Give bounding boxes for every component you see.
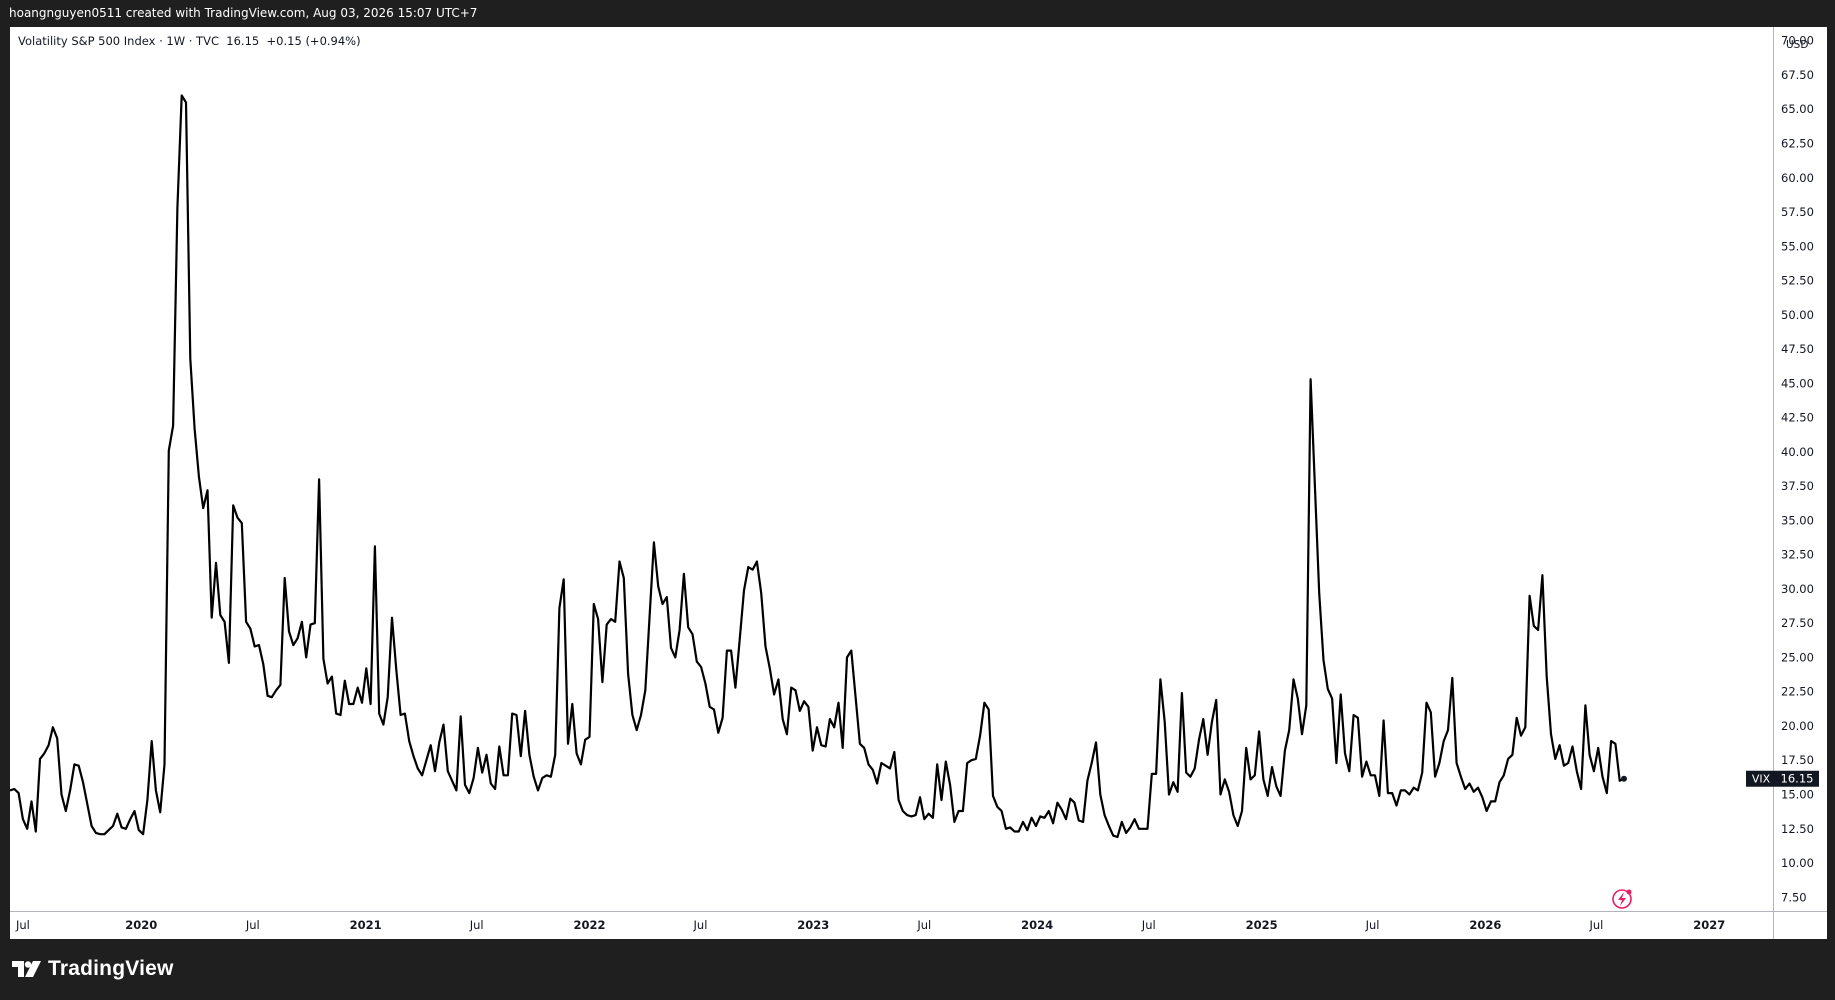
y-tick-label: 67.50 <box>1781 68 1814 82</box>
y-tick-label: 17.50 <box>1781 753 1814 767</box>
y-tick-label: 47.50 <box>1781 342 1814 356</box>
legend-title: Volatility S&P 500 Index · 1W · TVC <box>18 34 219 48</box>
x-tick-label: 2027 <box>1693 918 1725 932</box>
y-tick-label: 52.50 <box>1781 274 1814 288</box>
y-tick-label: 12.50 <box>1781 822 1814 836</box>
y-tick-label: 27.50 <box>1781 616 1814 630</box>
x-tick-label: 2026 <box>1469 918 1501 932</box>
y-tick-label: 62.50 <box>1781 136 1814 150</box>
y-tick-label: 60.00 <box>1781 171 1814 185</box>
x-tick-label: Jul <box>1141 918 1156 932</box>
legend-change: +0.15 (+0.94%) <box>266 34 361 48</box>
y-tick-label: 65.00 <box>1781 102 1814 116</box>
y-tick-label: 57.50 <box>1781 205 1814 219</box>
y-tick-label: 55.00 <box>1781 239 1814 253</box>
x-tick-label: Jul <box>1365 918 1380 932</box>
y-tick-label: 10.00 <box>1781 856 1814 870</box>
vix-line-chart[interactable]: 7.50 10.00 12.50 15.00 17.50 20.00 22.50 25.00 2… <box>0 0 1835 1000</box>
x-tick-label: 2021 <box>350 918 382 932</box>
x-tick-label: 2024 <box>1021 918 1053 932</box>
last-price-tag-label: 16.15 <box>1781 772 1814 786</box>
tradingview-brand[interactable]: TradingView <box>12 956 174 982</box>
vix-series-line <box>9 94 1625 839</box>
y-tick-label: 22.50 <box>1781 685 1814 699</box>
event-badge-dot <box>1626 889 1632 895</box>
x-tick-label: Jul <box>916 918 931 932</box>
x-tick-label: 2023 <box>797 918 829 932</box>
x-tick-label: Jul <box>693 918 708 932</box>
y-tick-label: 7.50 <box>1781 890 1807 904</box>
y-tick-label: 15.00 <box>1781 788 1814 802</box>
x-tick-label: 2025 <box>1246 918 1278 932</box>
x-tick-label: Jul <box>15 918 30 932</box>
footer-bar <box>0 939 1835 1000</box>
y-tick-label: 20.00 <box>1781 719 1814 733</box>
y-tick-label: 37.50 <box>1781 479 1814 493</box>
y-tick-label: 40.00 <box>1781 445 1814 459</box>
y-tick-label: 45.00 <box>1781 376 1814 390</box>
chart-layer: 7.50 10.00 12.50 15.00 17.50 20.00 22.50 25.00 2… <box>9 27 1827 939</box>
currency-label: USD <box>1786 39 1808 51</box>
legend-last-value: 16.15 <box>226 34 260 48</box>
y-tick-label: 25.00 <box>1781 650 1814 664</box>
y-tick-label: 35.00 <box>1781 513 1814 527</box>
x-tick-label: 2022 <box>573 918 605 932</box>
symbol-tag-label: VIX <box>1752 773 1771 786</box>
y-tick-label: 30.00 <box>1781 582 1814 596</box>
last-point-marker <box>1620 775 1627 782</box>
y-tick-label: 50.00 <box>1781 308 1814 322</box>
x-tick-label: 2020 <box>125 918 157 932</box>
x-tick-label: Jul <box>1588 918 1603 932</box>
series-legend[interactable]: Volatility S&P 500 Index · 1W · TVC 16.1… <box>18 34 361 48</box>
y-tick-label: 42.50 <box>1781 411 1814 425</box>
x-tick-label: Jul <box>245 918 260 932</box>
x-tick-label: Jul <box>469 918 484 932</box>
brand-name: TradingView <box>48 957 174 980</box>
y-tick-label: 32.50 <box>1781 548 1814 562</box>
lightning-bolt-icon <box>1618 892 1626 906</box>
tradingview-logo-icon <box>12 961 41 977</box>
